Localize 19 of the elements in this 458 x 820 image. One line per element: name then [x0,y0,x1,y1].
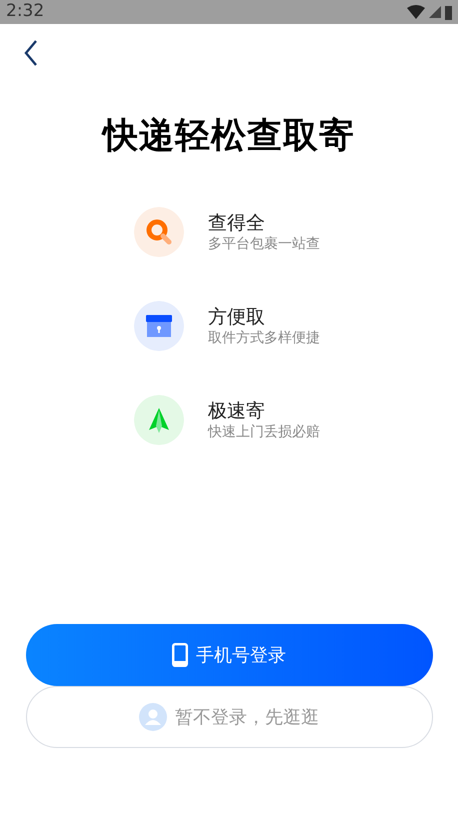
feature-subtitle: 取件方式多样便捷 [208,328,320,346]
feature-title: 查得全 [208,210,266,234]
status-time: 2:32 [6,0,44,24]
feature-subtitle: 快速上门丢损必赔 [208,422,320,440]
phone-login-button[interactable]: 手机号登录 [26,624,432,686]
feature-title: 极速寄 [208,398,266,422]
battery-icon [445,4,452,20]
plane-icon [134,394,184,444]
phone-icon [172,643,188,667]
browse-button[interactable]: 暂不登录，先逛逛 [26,686,432,748]
user-icon [139,703,167,731]
signal-icon [429,6,441,18]
feature-title: 方便取 [208,304,266,328]
search-icon [134,206,184,256]
wifi-icon [407,5,425,19]
page-title: 快递轻松查取寄 [100,115,356,158]
feature-subtitle: 多平台包裹一站查 [208,234,320,252]
back-icon[interactable] [24,40,38,66]
box-icon [134,300,184,350]
